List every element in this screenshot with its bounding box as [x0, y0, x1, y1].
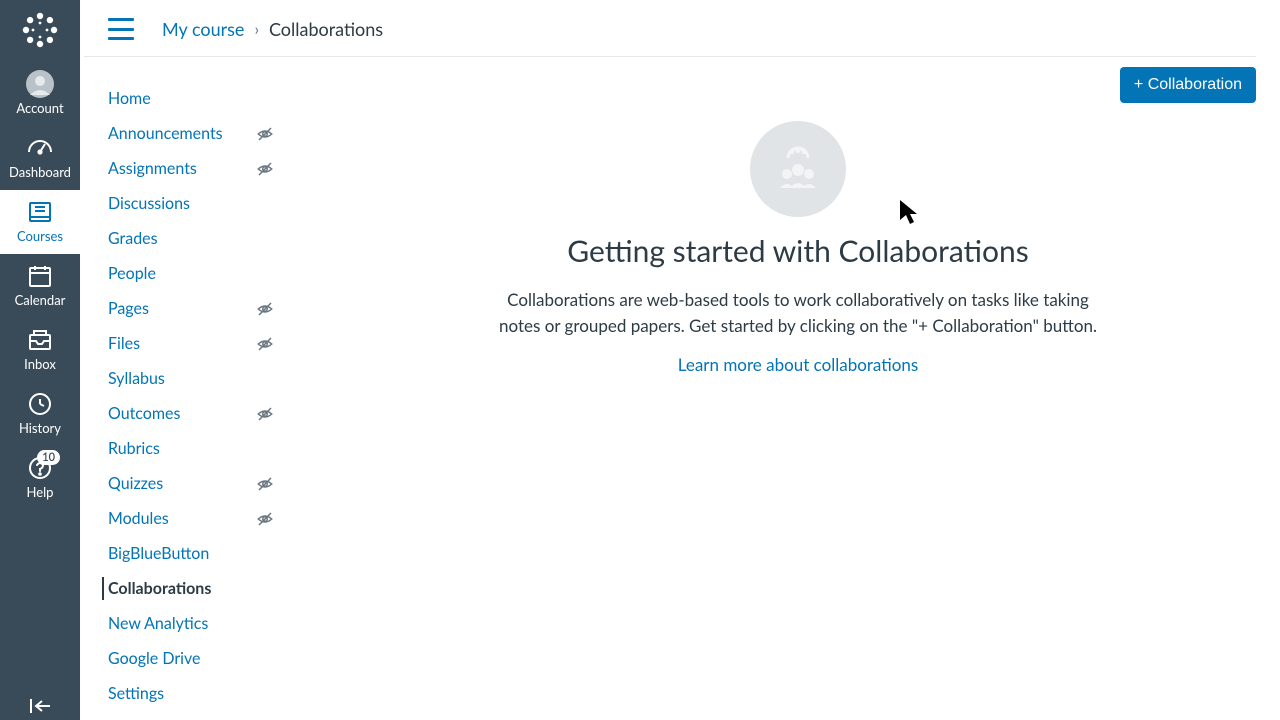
collapse-nav-button[interactable] [0, 692, 80, 720]
course-nav-item[interactable]: Quizzes [108, 466, 280, 501]
add-collaboration-button[interactable]: + Collaboration [1120, 67, 1256, 103]
course-nav-item[interactable]: Collaborations [108, 571, 280, 606]
empty-title: Getting started with Collaborations [567, 233, 1029, 269]
hidden-eye-icon [256, 405, 274, 423]
course-nav-item[interactable]: Google Drive [108, 641, 280, 676]
course-nav-link[interactable]: Files [108, 334, 140, 353]
course-nav-link[interactable]: Pages [108, 299, 149, 318]
nav-help[interactable]: 10 Help [0, 446, 80, 510]
hidden-eye-icon [256, 160, 274, 178]
nav-label: Calendar [15, 292, 66, 308]
history-icon [27, 390, 53, 418]
course-nav-link[interactable]: People [108, 264, 156, 283]
hidden-eye-icon [256, 335, 274, 353]
hidden-eye-icon [256, 300, 274, 318]
nav-courses[interactable]: Courses [0, 190, 80, 254]
course-nav-link[interactable]: Discussions [108, 194, 190, 213]
learn-more-link[interactable]: Learn more about collaborations [678, 354, 918, 375]
nav-dashboard[interactable]: Dashboard [0, 126, 80, 190]
course-nav-link[interactable]: Home [108, 89, 151, 108]
course-nav: Home Announcements Assignments Discussions G… [80, 57, 280, 711]
course-nav-link[interactable]: Google Drive [108, 649, 200, 668]
hidden-eye-icon [256, 125, 274, 143]
inbox-icon [27, 326, 53, 354]
nav-label: History [19, 420, 61, 436]
course-nav-link[interactable]: Outcomes [108, 404, 180, 423]
course-nav-link[interactable]: Grades [108, 229, 158, 248]
course-nav-link[interactable]: Announcements [108, 124, 223, 143]
calendar-icon [27, 262, 53, 290]
content-area: My course › Collaborations Home Announcem… [80, 0, 1280, 720]
course-nav-link[interactable]: Settings [108, 684, 164, 703]
course-nav-link[interactable]: Assignments [108, 159, 197, 178]
course-nav-link[interactable]: Syllabus [108, 369, 165, 388]
nav-account[interactable]: Account [0, 62, 80, 126]
hidden-eye-icon [256, 475, 274, 493]
course-nav-item[interactable]: Discussions [108, 186, 280, 221]
breadcrumb-current: Collaborations [269, 18, 383, 40]
nav-label: Dashboard [9, 164, 71, 180]
course-nav-item[interactable]: BigBlueButton [108, 536, 280, 571]
course-nav-link[interactable]: Rubrics [108, 439, 160, 458]
breadcrumb-course-link[interactable]: My course [162, 18, 244, 40]
nav-label: Account [16, 100, 63, 116]
course-nav-item[interactable]: Syllabus [108, 361, 280, 396]
main: + Collaboration Getting sta [280, 57, 1280, 711]
collaboration-empty-icon [750, 121, 846, 217]
hamburger-icon[interactable] [108, 18, 134, 40]
course-nav-item[interactable]: Settings [108, 676, 280, 711]
global-nav: Account Dashboard Courses Calendar Inbox… [0, 0, 80, 720]
course-nav-item[interactable]: Home [108, 81, 280, 116]
nav-label: Help [27, 484, 54, 500]
chevron-right-icon: › [254, 20, 259, 39]
course-nav-link[interactable]: New Analytics [108, 614, 208, 633]
nav-calendar[interactable]: Calendar [0, 254, 80, 318]
course-nav-link[interactable]: Modules [108, 509, 169, 528]
course-nav-item[interactable]: Outcomes [108, 396, 280, 431]
course-nav-link[interactable]: BigBlueButton [108, 544, 209, 563]
courses-icon [26, 198, 54, 226]
user-circle-icon [25, 70, 55, 98]
course-nav-item[interactable]: New Analytics [108, 606, 280, 641]
topbar: My course › Collaborations [84, 0, 1256, 57]
course-nav-item[interactable]: Files [108, 326, 280, 361]
empty-state: Getting started with Collaborations Coll… [340, 121, 1256, 375]
nav-history[interactable]: History [0, 382, 80, 446]
dashboard-icon [26, 134, 54, 162]
course-nav-item[interactable]: Rubrics [108, 431, 280, 466]
course-nav-item[interactable]: Modules [108, 501, 280, 536]
course-nav-item[interactable]: People [108, 256, 280, 291]
hidden-eye-icon [256, 510, 274, 528]
course-nav-link[interactable]: Collaborations [108, 579, 211, 598]
nav-inbox[interactable]: Inbox [0, 318, 80, 382]
course-nav-item[interactable]: Assignments [108, 151, 280, 186]
course-nav-link[interactable]: Quizzes [108, 474, 163, 493]
nav-label: Courses [17, 228, 63, 244]
course-nav-item[interactable]: Pages [108, 291, 280, 326]
course-nav-item[interactable]: Announcements [108, 116, 280, 151]
nav-label: Inbox [24, 356, 56, 372]
empty-description: Collaborations are web-based tools to wo… [498, 287, 1098, 338]
course-nav-item[interactable]: Grades [108, 221, 280, 256]
help-badge: 10 [37, 450, 60, 465]
canvas-logo-icon[interactable] [20, 10, 60, 54]
